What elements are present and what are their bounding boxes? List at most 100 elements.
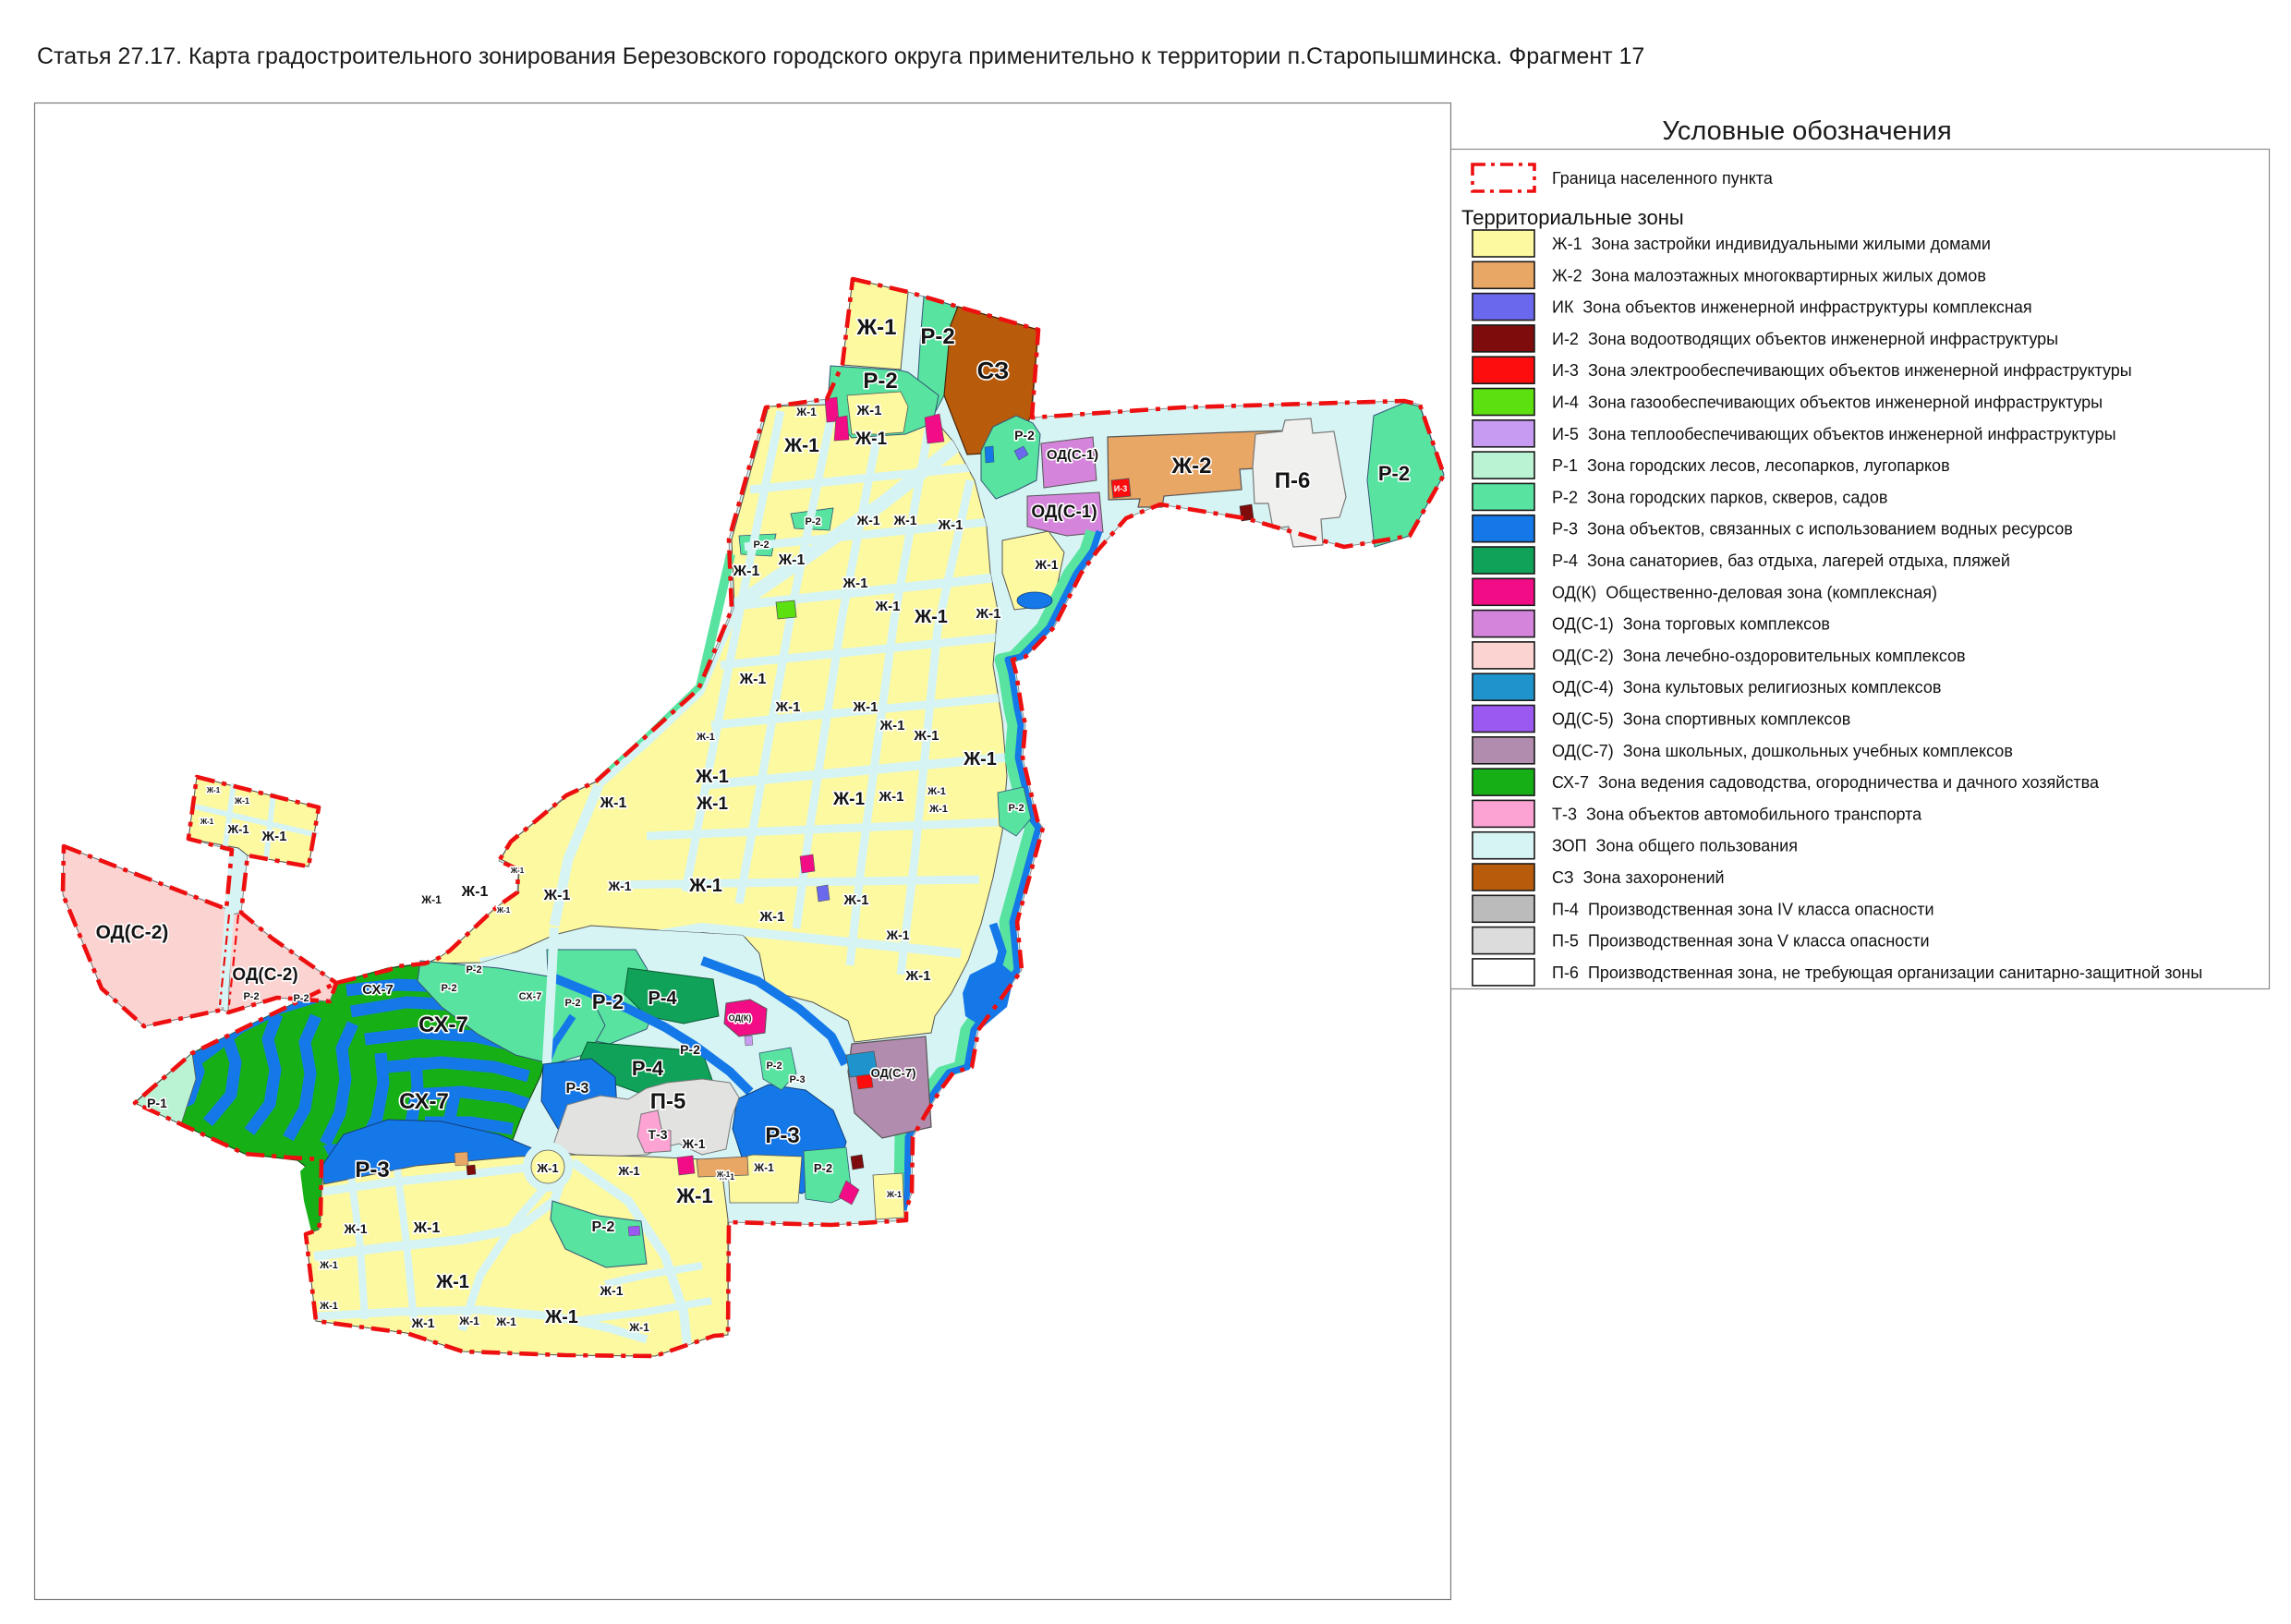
svg-text:Р-2: Р-2 <box>564 998 580 1009</box>
svg-text:П-5: П-5 <box>650 1089 686 1114</box>
svg-text:Р-2: Р-2 <box>1014 428 1035 442</box>
svg-text:Ж-1: Ж-1 <box>413 1220 441 1236</box>
svg-text:ОД(К): ОД(К) <box>729 1013 752 1023</box>
svg-text:Ж-1: Ж-1 <box>855 430 887 449</box>
svg-text:Ж-1: Ж-1 <box>739 672 767 687</box>
svg-text:Статья 27.17. Карта градострои: Статья 27.17. Карта градостроительного з… <box>37 43 1644 69</box>
svg-text:СХ-7: СХ-7 <box>519 991 542 1002</box>
svg-text:Территориальные зоны: Территориальные зоны <box>1461 206 1684 229</box>
svg-text:ОД(К) Общественно-деловая зон: ОД(К) Общественно-деловая зона (комплекс… <box>1552 583 1937 601</box>
svg-text:Ж-1: Ж-1 <box>843 892 869 908</box>
svg-text:Ж-1: Ж-1 <box>914 607 948 627</box>
svg-text:Р-2: Р-2 <box>293 993 309 1004</box>
svg-text:Р-3: Р-3 <box>789 1074 805 1085</box>
svg-text:ОД(С-1) Зона торговых комплек: ОД(С-1) Зона торговых комплексов <box>1552 615 1830 634</box>
svg-text:Ж-1: Ж-1 <box>688 876 722 896</box>
svg-text:Ж-1: Ж-1 <box>832 790 865 809</box>
svg-text:ОД(С-4) Зона культовых религи: ОД(С-4) Зона культовых религиозных компл… <box>1552 678 1941 697</box>
svg-text:Р-1 Зона городских лесов, лес: Р-1 Зона городских лесов, лесопарков, лу… <box>1552 456 1950 475</box>
svg-text:Ж-1: Ж-1 <box>879 789 904 805</box>
svg-text:Ж-1: Ж-1 <box>885 927 909 942</box>
svg-text:СЗ Зона захоронений: СЗ Зона захоронений <box>1552 868 1725 887</box>
svg-text:Ж-1: Ж-1 <box>458 1315 479 1327</box>
svg-text:Ж-2: Ж-2 <box>1170 454 1211 479</box>
svg-text:Ж-1: Ж-1 <box>928 804 948 815</box>
svg-text:И-4 Зона газообеспечивающих о: И-4 Зона газообеспечивающих объектов инж… <box>1552 394 2103 412</box>
svg-text:Р-2: Р-2 <box>592 990 624 1013</box>
svg-text:Ж-1: Ж-1 <box>617 1164 639 1178</box>
svg-text:Ж-1: Ж-1 <box>759 909 785 925</box>
svg-text:Ж-1: Ж-1 <box>206 786 221 794</box>
svg-text:Т-3 Зона объектов автомобильн: Т-3 Зона объектов автомобильного транспо… <box>1552 805 1922 823</box>
svg-text:СЗ: СЗ <box>977 357 1010 384</box>
svg-text:Р-4: Р-4 <box>632 1057 664 1080</box>
svg-text:Ж-1: Ж-1 <box>696 732 715 743</box>
svg-text:Ж-2 Зона малоэтажных многоква: Ж-2 Зона малоэтажных многоквартирных жил… <box>1552 266 1986 285</box>
svg-text:Р-2: Р-2 <box>863 369 897 394</box>
svg-text:Ж-1: Ж-1 <box>226 822 248 836</box>
svg-text:Ж-1: Ж-1 <box>681 1136 705 1151</box>
svg-text:Ж-1: Ж-1 <box>775 699 801 715</box>
svg-text:Р-3 Зона объектов, связанных: Р-3 Зона объектов, связанных с использов… <box>1552 520 2073 539</box>
svg-text:Р-3: Р-3 <box>765 1123 799 1148</box>
svg-text:Ж-1: Ж-1 <box>495 1315 516 1328</box>
svg-text:Ж-1: Ж-1 <box>200 818 214 826</box>
svg-text:ОД(С-1): ОД(С-1) <box>1031 503 1097 522</box>
svg-text:П-5 Производственная зона V к: П-5 Производственная зона V класса опасн… <box>1552 932 1930 951</box>
svg-text:Ж-1: Ж-1 <box>905 968 931 984</box>
svg-text:Граница населенного пункта: Граница населенного пункта <box>1552 169 1774 188</box>
svg-text:Ж-1: Ж-1 <box>963 749 997 770</box>
svg-text:Т-3: Т-3 <box>649 1127 668 1142</box>
svg-text:П-6: П-6 <box>1275 468 1311 493</box>
svg-text:И-3 Зона электрообеспечивающи: И-3 Зона электрообеспечивающих объектов … <box>1552 361 2132 380</box>
svg-text:Ж-1: Ж-1 <box>892 513 916 527</box>
svg-text:Ж-1: Ж-1 <box>543 888 571 903</box>
svg-text:СХ-7: СХ-7 <box>418 1012 468 1037</box>
svg-text:ОД(С-7): ОД(С-7) <box>871 1066 916 1080</box>
svg-text:Ж-1: Ж-1 <box>875 599 901 614</box>
svg-text:Ж-1: Ж-1 <box>976 606 1001 622</box>
svg-text:Р-2: Р-2 <box>805 516 820 527</box>
svg-text:Р-2: Р-2 <box>680 1042 700 1057</box>
svg-text:ОД(С-7) Зона школьных, дошкол: ОД(С-7) Зона школьных, дошкольных учебны… <box>1552 742 2013 760</box>
svg-text:Ж-1: Ж-1 <box>420 893 442 906</box>
svg-text:Ж-1: Ж-1 <box>853 699 879 715</box>
svg-text:Р-3: Р-3 <box>355 1157 389 1182</box>
svg-text:Р-2: Р-2 <box>1008 803 1024 814</box>
svg-text:Ж-1: Ж-1 <box>234 796 249 806</box>
svg-text:Ж-1: Ж-1 <box>510 867 525 875</box>
svg-text:Ж-1 Зона застройки индивидуал: Ж-1 Зона застройки индивидуальными жилым… <box>1552 235 1991 253</box>
svg-text:Р-2: Р-2 <box>441 983 456 994</box>
svg-text:Ж-1: Ж-1 <box>842 576 868 591</box>
svg-text:ОД(С-2): ОД(С-2) <box>232 965 297 985</box>
svg-text:Ж-1: Ж-1 <box>733 564 760 579</box>
svg-text:Ж-1: Ж-1 <box>938 517 964 533</box>
svg-text:Ж-1: Ж-1 <box>855 315 896 340</box>
svg-text:Р-2: Р-2 <box>1378 462 1410 485</box>
svg-text:П-6 Производственная зона, не: П-6 Производственная зона, не требующая … <box>1552 963 2202 982</box>
svg-text:Ж-1: Ж-1 <box>599 1283 623 1298</box>
svg-text:Ж-1: Ж-1 <box>343 1221 367 1236</box>
svg-text:Р-2: Р-2 <box>243 991 259 1002</box>
svg-text:Р-1: Р-1 <box>147 1096 167 1110</box>
svg-text:Ж-1: Ж-1 <box>1034 557 1058 572</box>
svg-text:Ж-1: Ж-1 <box>716 1170 731 1179</box>
svg-text:Ж-1: Ж-1 <box>461 884 489 900</box>
svg-text:Р-2: Р-2 <box>814 1161 832 1175</box>
svg-text:Условные обозначения: Условные обозначения <box>1662 116 1951 146</box>
svg-text:Ж-1: Ж-1 <box>886 1190 902 1199</box>
svg-text:ОД(С-2): ОД(С-2) <box>96 922 169 943</box>
svg-text:СХ-7: СХ-7 <box>362 982 394 998</box>
svg-text:Р-2: Р-2 <box>592 1219 615 1235</box>
svg-text:Ж-1: Ж-1 <box>410 1315 434 1330</box>
svg-text:Р-2: Р-2 <box>753 539 769 551</box>
svg-text:ИК Зона объектов инженерной и: ИК Зона объектов инженерной инфраструкту… <box>1552 298 2032 317</box>
svg-text:СХ-7 Зона ведения садоводства: СХ-7 Зона ведения садоводства, огороднич… <box>1552 773 2100 792</box>
svg-text:П-4 Производственная зона IV: П-4 Производственная зона IV класса опас… <box>1552 900 1934 918</box>
svg-text:Ж-1: Ж-1 <box>496 906 511 915</box>
svg-text:Ж-1: Ж-1 <box>914 728 939 744</box>
svg-text:Р-3: Р-3 <box>566 1081 589 1097</box>
svg-text:Ж-1: Ж-1 <box>607 879 631 893</box>
svg-text:СХ-7: СХ-7 <box>399 1089 449 1114</box>
svg-text:Ж-1: Ж-1 <box>628 1321 649 1334</box>
